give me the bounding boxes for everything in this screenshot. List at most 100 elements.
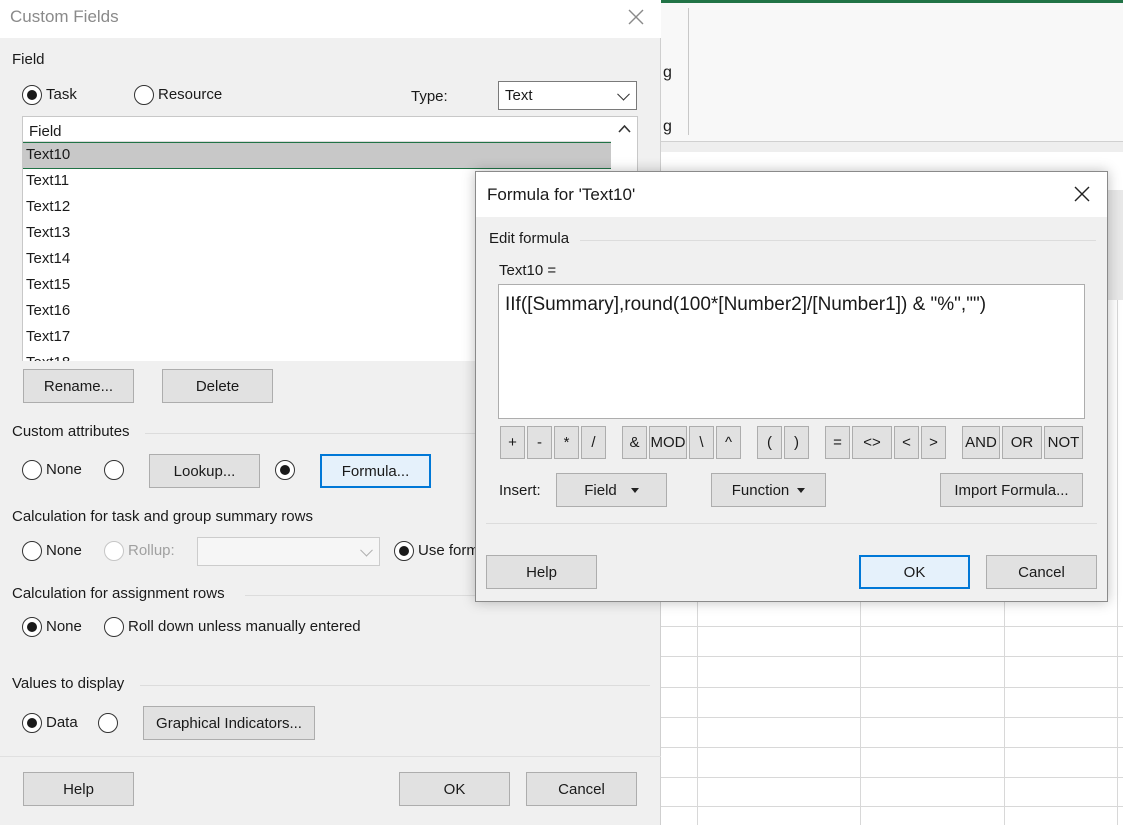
values-data-label: Data [46, 714, 78, 731]
ribbon-area [661, 3, 1123, 141]
insert-field-label: Field [584, 481, 617, 499]
formula-dialog-title: Formula for 'Text10' [487, 185, 636, 204]
list-item[interactable]: Text15 [26, 272, 70, 298]
formula-help-button[interactable]: Help [486, 555, 597, 589]
assignment-rolldown-label: Roll down unless manually entered [128, 618, 361, 635]
custom-attributes-divider [145, 433, 475, 434]
attr-none-radio[interactable] [22, 460, 42, 480]
assignment-calc-label: Calculation for assignment rows [12, 585, 225, 602]
list-item[interactable]: Text14 [26, 246, 70, 272]
edit-formula-divider [580, 240, 1096, 241]
op-not-button[interactable]: NOT [1044, 426, 1083, 459]
op-equals-button[interactable]: = [825, 426, 850, 459]
op-or-button[interactable]: OR [1002, 426, 1042, 459]
edit-formula-label: Edit formula [489, 230, 570, 247]
field-group-label: Field [12, 51, 45, 68]
list-item[interactable]: Text16 [26, 298, 70, 324]
assignment-rolldown-radio[interactable] [104, 617, 124, 637]
resource-radio[interactable] [134, 85, 154, 105]
list-item[interactable]: Text10 [26, 142, 70, 168]
op-lparen-button[interactable]: ( [757, 426, 782, 459]
insert-label: Insert: [499, 482, 541, 499]
op-intdiv-button[interactable]: \ [689, 426, 714, 459]
formula-ok-button[interactable]: OK [859, 555, 970, 589]
summary-use-formula-label: Use form [418, 542, 479, 559]
sheet-side-panel [1108, 190, 1123, 300]
type-select[interactable]: Text [498, 81, 637, 110]
footer-divider [0, 756, 661, 757]
summary-none-label: None [46, 542, 82, 559]
op-greaterthan-button[interactable]: > [921, 426, 946, 459]
values-divider [140, 685, 650, 686]
attr-formula-radio[interactable] [275, 460, 295, 480]
summary-use-formula-radio[interactable] [394, 541, 414, 561]
list-scroll-up[interactable] [612, 117, 637, 142]
op-plus-button[interactable]: + [500, 426, 525, 459]
close-icon[interactable] [1068, 180, 1096, 208]
lookup-button[interactable]: Lookup... [149, 454, 260, 488]
ribbon-text-fragment: g [663, 64, 672, 81]
insert-function-button[interactable]: Function [711, 473, 826, 507]
rename-button[interactable]: Rename... [23, 369, 134, 403]
ok-button[interactable]: OK [399, 772, 510, 806]
ribbon-text-fragment: g [663, 118, 672, 135]
summary-none-radio[interactable] [22, 541, 42, 561]
dropdown-arrow-icon [630, 487, 639, 493]
rollup-select[interactable] [197, 537, 380, 566]
formula-field-label: Text10 = [499, 262, 557, 279]
formula-textbox[interactable]: IIf([Summary],round(100*[Number2]/[Numbe… [498, 284, 1085, 419]
task-radio[interactable] [22, 85, 42, 105]
import-formula-button[interactable]: Import Formula... [940, 473, 1083, 507]
op-mod-button[interactable]: MOD [649, 426, 687, 459]
dropdown-arrow-icon [797, 487, 806, 493]
summary-rollup-radio[interactable] [104, 541, 124, 561]
close-icon[interactable] [622, 4, 650, 30]
type-select-value: Text [505, 87, 533, 104]
field-list-header-label: Field [29, 123, 62, 140]
op-rparen-button[interactable]: ) [784, 426, 809, 459]
list-item[interactable]: Text18 [26, 350, 70, 361]
help-button[interactable]: Help [23, 772, 134, 806]
op-lessthan-button[interactable]: < [894, 426, 919, 459]
values-data-radio[interactable] [22, 713, 42, 733]
resource-radio-label: Resource [158, 86, 223, 103]
attr-none-label: None [46, 461, 82, 478]
list-item-selected[interactable] [23, 142, 611, 169]
list-item[interactable]: Text17 [26, 324, 70, 350]
chevron-down-icon [360, 543, 373, 557]
op-minus-button[interactable]: - [527, 426, 552, 459]
custom-fields-title: Custom Fields [10, 7, 119, 26]
formula-cancel-button[interactable]: Cancel [986, 555, 1097, 589]
list-item-clip: Text18 [23, 350, 423, 361]
op-power-button[interactable]: ^ [716, 426, 741, 459]
summary-calc-label: Calculation for task and group summary r… [12, 508, 313, 525]
op-divide-button[interactable]: / [581, 426, 606, 459]
assignment-none-radio[interactable] [22, 617, 42, 637]
op-and-button[interactable]: AND [962, 426, 1000, 459]
attr-lookup-radio[interactable] [104, 460, 124, 480]
sheet-header-strip [661, 142, 1123, 152]
formula-text: IIf([Summary],round(100*[Number2]/[Numbe… [505, 294, 987, 315]
insert-function-label: Function [731, 481, 790, 499]
field-list-header[interactable]: Field [23, 117, 611, 142]
list-item[interactable]: Text13 [26, 220, 70, 246]
op-concat-button[interactable]: & [622, 426, 647, 459]
list-item[interactable]: Text12 [26, 194, 70, 220]
type-label: Type: [411, 88, 448, 105]
values-graphical-radio[interactable] [98, 713, 118, 733]
chevron-down-icon [617, 87, 630, 101]
formula-button[interactable]: Formula... [320, 454, 431, 488]
task-radio-label: Task [46, 86, 77, 103]
assignment-divider [245, 595, 475, 596]
graphical-indicators-button[interactable]: Graphical Indicators... [143, 706, 315, 740]
summary-rollup-label: Rollup: [128, 542, 175, 559]
insert-field-button[interactable]: Field [556, 473, 667, 507]
delete-button[interactable]: Delete [162, 369, 273, 403]
list-item[interactable]: Text11 [26, 168, 69, 194]
values-display-label: Values to display [12, 675, 125, 692]
formula-footer-divider [486, 523, 1097, 524]
cancel-button[interactable]: Cancel [526, 772, 637, 806]
op-notequal-button[interactable]: <> [852, 426, 892, 459]
op-multiply-button[interactable]: * [554, 426, 579, 459]
assignment-none-label: None [46, 618, 82, 635]
